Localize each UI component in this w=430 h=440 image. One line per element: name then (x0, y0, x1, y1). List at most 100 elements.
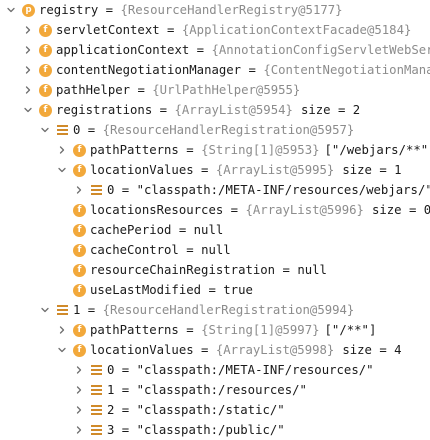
equals-sign: = (201, 283, 224, 297)
tree-row[interactable]: f servletContext = {ApplicationContextFac… (0, 20, 430, 40)
tree-row[interactable]: f pathPatterns = {String[1]@5953} ["/webja… (0, 140, 430, 160)
chevron-right-icon[interactable] (72, 180, 86, 200)
variable-name: cacheControl (90, 243, 179, 257)
tree-row[interactable]: f cacheControl = null (0, 240, 430, 260)
chevron-down-icon[interactable] (55, 160, 69, 180)
chevron-right-icon[interactable] (72, 420, 86, 440)
equals-sign: = (80, 123, 103, 137)
equals-sign: = (114, 183, 137, 197)
chevron-down-icon[interactable] (38, 300, 52, 320)
variable-name: applicationContext (56, 43, 190, 57)
object-reference: {ResourceHandlerRegistration@5994} (102, 303, 355, 317)
tree-row[interactable]: 1 = {ResourceHandlerRegistration@5994} (0, 300, 430, 320)
tree-row[interactable]: f locationValues = {ArrayList@5998} size =… (0, 340, 430, 360)
equals-sign: = (178, 323, 202, 337)
chevron-right-icon[interactable] (72, 400, 86, 420)
variable-name: useLastModified (90, 283, 202, 297)
object-reference: {ArrayList@5954} (174, 103, 293, 117)
tree-row[interactable]: f contentNegotiationManager = {ContentNeg… (0, 60, 430, 80)
chevron-right-icon[interactable] (72, 380, 86, 400)
chevron-right-icon[interactable] (21, 40, 35, 60)
object-reference: {ArrayList@5998} (215, 343, 335, 357)
object-reference: {ArrayList@5996} (245, 203, 364, 217)
chevron-down-icon[interactable] (4, 0, 18, 20)
variable-name: registry (39, 3, 99, 17)
chevron-right-icon[interactable] (21, 60, 35, 80)
object-reference: {ResourceHandlerRegistry@5177} (120, 3, 343, 17)
variable-value: "classpath:/public/" (136, 423, 285, 437)
equals-sign: = (178, 243, 202, 257)
tree-row[interactable]: 0 = "classpath:/META-INF/resources/webja… (0, 180, 430, 200)
tree-row[interactable]: f registrations = {ArrayList@5954} size = … (0, 100, 430, 120)
tree-row[interactable]: f useLastModified = true (0, 280, 430, 300)
tree-row[interactable]: 3 = "classpath:/public/" (0, 420, 430, 440)
chevron-right-icon[interactable] (21, 80, 35, 100)
object-reference: {ContentNegotiationManage (263, 63, 430, 77)
array-element-icon (90, 404, 103, 417)
equals-sign: = (178, 143, 202, 157)
tree-row[interactable]: f pathPatterns = {String[1]@5997} ["/**"] (0, 320, 430, 340)
object-reference: {String[1]@5997} (201, 323, 320, 337)
field-icon: f (73, 143, 86, 157)
equals-sign: = (275, 263, 298, 277)
equals-sign: = (130, 83, 153, 97)
variable-value: "classpath:/META-INF/resources/webjars/" (136, 183, 430, 197)
variable-value: ["/webjars/**"] (324, 143, 430, 157)
tree-row[interactable]: p registry = {ResourceHandlerRegistry@517… (0, 0, 430, 20)
tree-row[interactable]: 0 = "classpath:/META-INF/resources/" (0, 360, 430, 380)
object-reference: {String[1]@5953} (201, 143, 320, 157)
variable-name: contentNegotiationManager (56, 63, 242, 77)
variable-name: 3 (107, 423, 115, 437)
variable-name: cachePeriod (90, 223, 172, 237)
variable-name: 1 (107, 383, 115, 397)
object-reference: {ArrayList@5995} (215, 163, 335, 177)
array-element-icon (90, 384, 103, 397)
tree-row[interactable]: f pathHelper = {UrlPathHelper@5955} (0, 80, 430, 100)
variable-name: pathPatterns (90, 143, 179, 157)
variable-name: 1 (73, 303, 81, 317)
variable-name: locationValues (90, 343, 194, 357)
chevron-right-icon[interactable] (21, 20, 35, 40)
tree-row[interactable]: f locationsResources = {ArrayList@5996} si… (0, 200, 430, 220)
variable-name: servletContext (56, 23, 160, 37)
chevron-down-icon[interactable] (38, 120, 52, 140)
field-icon: f (73, 243, 86, 257)
object-reference: {AnnotationConfigServletWebServe (211, 43, 430, 57)
tree-row[interactable]: f cachePeriod = null (0, 220, 430, 240)
chevron-down-icon[interactable] (21, 100, 35, 120)
chevron-right-icon[interactable] (55, 320, 69, 340)
equals-sign: = (189, 43, 212, 57)
equals-sign: = (114, 403, 137, 417)
tree-row[interactable]: 0 = {ResourceHandlerRegistration@5957} (0, 120, 430, 140)
collection-size: size = 1 (342, 163, 402, 177)
collection-size: size = 4 (342, 343, 402, 357)
variable-name: 0 (73, 123, 81, 137)
array-element-icon (90, 364, 103, 377)
variable-value: null (193, 223, 224, 237)
array-element-icon (56, 304, 69, 317)
chevron-right-icon[interactable] (55, 140, 69, 160)
variable-name: locationsResources (90, 203, 224, 217)
variable-name: locationValues (90, 163, 194, 177)
tree-row[interactable]: 2 = "classpath:/static/" (0, 400, 430, 420)
variable-name: 0 (107, 363, 115, 377)
tree-row[interactable]: f locationValues = {ArrayList@5995} size =… (0, 160, 430, 180)
parameter-icon: p (22, 3, 35, 17)
chevron-right-icon[interactable] (72, 360, 86, 380)
variable-name: registrations (56, 103, 153, 117)
tree-row[interactable]: f applicationContext = {AnnotationConfigS… (0, 40, 430, 60)
field-icon: f (73, 203, 86, 217)
variable-value: null (201, 243, 231, 257)
equals-sign: = (241, 63, 264, 77)
variable-name: 0 (107, 183, 115, 197)
variable-name: resourceChainRegistration (90, 263, 276, 277)
chevron-down-icon[interactable] (55, 340, 69, 360)
variable-value: true (223, 283, 253, 297)
equals-sign: = (114, 383, 137, 397)
variable-value: ["/**"] (324, 323, 377, 337)
tree-row[interactable]: f resourceChainRegistration = null (0, 260, 430, 280)
equals-sign: = (80, 303, 103, 317)
tree-row[interactable]: 1 = "classpath:/resources/" (0, 380, 430, 400)
